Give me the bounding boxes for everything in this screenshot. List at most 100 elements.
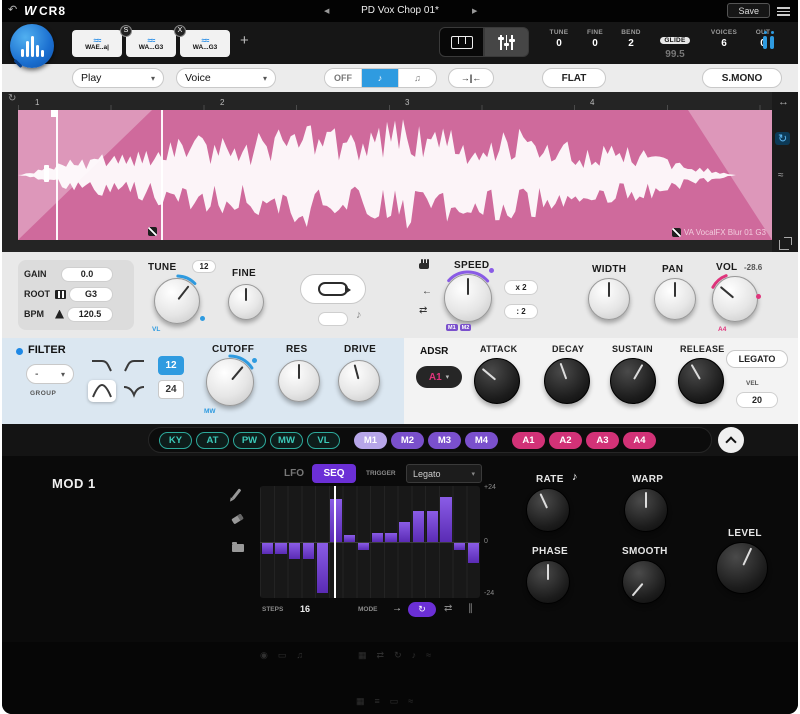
attack-knob[interactable]: [474, 358, 520, 404]
slope-12-button[interactable]: 12: [158, 356, 184, 375]
mod-source-a1[interactable]: A1: [512, 432, 545, 449]
preset-browse-icon[interactable]: [232, 544, 244, 552]
bpm-value[interactable]: 120.5: [67, 307, 113, 322]
add-sample-button[interactable]: +: [240, 32, 249, 49]
mod-source-a2[interactable]: A2: [549, 432, 582, 449]
sync-off-button[interactable]: OFF: [325, 69, 362, 87]
loop-sync-note-icon[interactable]: ♪: [356, 309, 362, 321]
voice-mode-select[interactable]: Voice ▾: [176, 68, 276, 88]
mode-hold-icon[interactable]: ∥: [468, 603, 473, 614]
filter-highpass-icon[interactable]: [120, 354, 148, 376]
tab-lfo[interactable]: LFO: [284, 468, 304, 479]
seq-step-10[interactable]: [385, 533, 396, 542]
fine-knob[interactable]: [228, 284, 264, 320]
speed-knob[interactable]: [444, 274, 492, 322]
filter-lowpass-icon[interactable]: [88, 354, 116, 376]
mod-source-at[interactable]: AT: [196, 432, 229, 449]
envelope-select[interactable]: A1 ▾: [416, 366, 462, 388]
smooth-knob[interactable]: [622, 560, 666, 604]
grid-icon[interactable]: ▦: [356, 696, 365, 707]
lines-icon[interactable]: ≡: [375, 696, 380, 707]
note-icon[interactable]: ♪: [412, 650, 417, 661]
pan-knob[interactable]: [654, 278, 696, 320]
controls-view-button[interactable]: [484, 27, 529, 57]
trim-button[interactable]: →|←: [448, 68, 494, 88]
notes-icon[interactable]: ♫: [296, 650, 303, 661]
seq-step-5[interactable]: [317, 543, 328, 593]
rate-knob[interactable]: [526, 488, 570, 532]
loop-end-marker[interactable]: [161, 110, 163, 240]
waveform-display[interactable]: VA VocalFX Blur 01 G3: [18, 110, 772, 240]
seq-step-1[interactable]: [262, 543, 273, 554]
mode-loop-icon[interactable]: ↻: [408, 602, 436, 617]
menu-icon[interactable]: [777, 7, 790, 18]
mode-pingpong-icon[interactable]: ⇄: [444, 603, 452, 614]
next-preset-icon[interactable]: ▶: [472, 7, 477, 15]
h-scroll-icon[interactable]: ↔: [778, 96, 789, 108]
warp-knob[interactable]: [624, 488, 668, 532]
box-icon[interactable]: ▭: [278, 650, 287, 661]
grid-icon[interactable]: ▦: [358, 650, 367, 661]
level-knob[interactable]: [716, 542, 768, 594]
loop-mode-button[interactable]: [300, 274, 366, 304]
filter-group-select[interactable]: - ▾: [26, 364, 74, 384]
filter-indicator-dot[interactable]: [16, 348, 23, 355]
seq-step-3[interactable]: [289, 543, 300, 559]
sample-tab[interactable]: ≈≈WA...G3X: [180, 30, 230, 57]
reverse-icon[interactable]: ←: [422, 286, 432, 297]
timeline-ruler[interactable]: 1234: [18, 98, 772, 110]
mod-source-m3[interactable]: M3: [428, 432, 461, 449]
mod-source-m2[interactable]: M2: [391, 432, 424, 449]
param-bend[interactable]: BEND2: [614, 29, 648, 49]
play-mode-select[interactable]: Play ▾: [72, 68, 164, 88]
cutoff-knob[interactable]: [206, 358, 254, 406]
tab-badge[interactable]: S: [120, 25, 132, 37]
seq-step-11[interactable]: [399, 522, 410, 542]
filter-bandpass-icon[interactable]: [88, 380, 116, 402]
flat-button[interactable]: FLAT: [542, 68, 606, 88]
filter-notch-icon[interactable]: [120, 380, 148, 402]
draw-wave-icon[interactable]: ≈: [778, 170, 784, 181]
metronome-icon[interactable]: [55, 310, 64, 319]
seq-step-8[interactable]: [358, 543, 369, 550]
seq-step-15[interactable]: [454, 543, 465, 550]
mode-forward-icon[interactable]: →: [392, 603, 402, 614]
release-knob[interactable]: [678, 358, 724, 404]
width-knob[interactable]: [588, 278, 630, 320]
seq-step-12[interactable]: [413, 511, 424, 543]
draw-tool-icon[interactable]: [235, 488, 238, 500]
fade-handle-icon[interactable]: [148, 227, 157, 236]
seq-step-4[interactable]: [303, 543, 314, 559]
undo-icon[interactable]: ↶: [8, 3, 17, 16]
mod-source-m4[interactable]: M4: [465, 432, 498, 449]
decay-knob[interactable]: [544, 358, 590, 404]
hand-drag-icon[interactable]: [418, 256, 431, 269]
box-icon[interactable]: ▭: [390, 696, 399, 707]
crop-icon[interactable]: [779, 240, 789, 250]
drive-knob[interactable]: [338, 360, 380, 402]
seq-step-7[interactable]: [344, 535, 355, 542]
seq-step-9[interactable]: [372, 533, 383, 542]
gain-value[interactable]: 0.0: [61, 267, 113, 282]
param-glide[interactable]: GLIDE99.5: [650, 29, 700, 60]
seq-step-6[interactable]: [330, 499, 341, 542]
speed-double-button[interactable]: x 2: [504, 280, 538, 295]
sync-note-button[interactable]: ♪: [362, 69, 399, 87]
mod-source-mw[interactable]: MW: [270, 432, 303, 449]
mod-source-m1[interactable]: M1: [354, 432, 387, 449]
seq-step-16[interactable]: [468, 543, 479, 563]
sample-tab[interactable]: ≈≈WAE..a|: [72, 30, 122, 57]
root-note-icon[interactable]: [55, 290, 66, 299]
param-fine[interactable]: FINE0: [578, 29, 612, 49]
phase-knob[interactable]: [526, 560, 570, 604]
mod-source-vl[interactable]: VL: [307, 432, 340, 449]
keyboard-view-button[interactable]: [439, 27, 484, 57]
tune-knob[interactable]: [154, 278, 200, 324]
param-voices[interactable]: VOICES6: [702, 29, 746, 49]
swap-icon[interactable]: ⇄: [377, 650, 385, 661]
tab-badge[interactable]: X: [174, 25, 186, 37]
pingpong-icon[interactable]: ⇄: [419, 305, 427, 316]
sync-triplet-button[interactable]: ♫: [399, 69, 436, 87]
collapse-button[interactable]: [718, 427, 744, 453]
crossfade-value[interactable]: [318, 312, 348, 326]
